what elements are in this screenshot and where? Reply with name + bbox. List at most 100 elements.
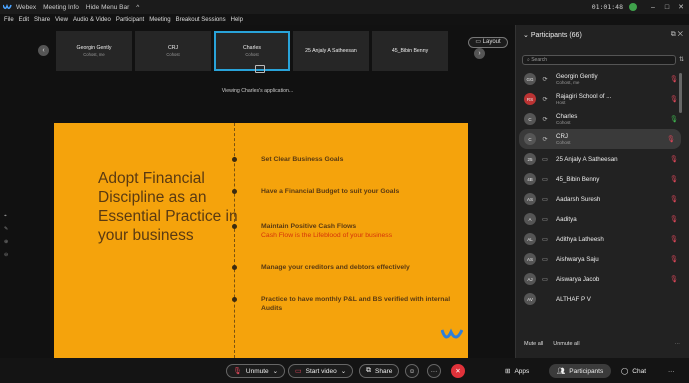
avatar: C [524,133,536,145]
video-tile-active[interactable]: Charles Cohost [214,31,290,71]
apps-button[interactable]: ⊞ Apps [505,364,529,378]
reactions-button[interactable]: ☺ [405,364,419,378]
pointer-icon[interactable]: ⌖ [4,213,8,219]
bullet-dot [232,189,237,194]
meeting-info-button[interactable]: Meeting Info [43,4,79,11]
avatar: 4B [524,173,536,185]
participant-name: Aaditya [556,215,577,223]
mic-muted-icon[interactable]: 🎙︎ [670,235,678,243]
slide-point: Manage your creditors and debtors effect… [261,263,461,272]
zoom-in-icon[interactable]: ⊕ [4,239,8,245]
point-text: Practice to have monthly P&L and BS veri… [261,296,451,312]
unmute-all-button[interactable]: Unmute all [553,341,579,347]
tile-role: Cohost [166,52,180,57]
avatar: RS [524,93,536,105]
mic-muted-icon[interactable]: 🎙︎ [670,175,678,183]
unmute-label: Unmute [245,367,269,375]
menu-participant[interactable]: Participant [116,17,144,23]
participant-row[interactable]: 4B ▭ 45_Bibin Benny 🎙︎ [516,169,684,189]
sort-icon[interactable]: ⇅ [679,56,684,63]
slide-heading: Adopt Financial Discipline as an Essenti… [98,170,238,244]
popout-icon[interactable]: ⧉ [671,31,676,38]
chevron-up-icon[interactable]: ^ [136,4,139,11]
device-icon: ▭ [542,196,548,203]
panel-more-button[interactable]: ··· [675,341,681,347]
mic-muted-icon[interactable]: 🎙︎ [670,275,678,283]
mic-muted-icon[interactable]: 🎙︎ [670,155,678,163]
start-video-button[interactable]: ▭ Start video ⌄ [288,364,354,378]
pen-icon[interactable]: ✎ [4,226,8,232]
chevron-down-icon[interactable]: ⌄ [273,367,278,375]
mic-active-icon[interactable]: 🎙︎ [670,115,678,123]
participant-row[interactable]: A ▭ Aaditya 🎙︎ [516,209,684,229]
participant-name: CRJ [556,133,569,140]
device-icon: ▭ [542,276,548,283]
participant-row[interactable]: AJ ▭ Aiswarya Jacob 🎙︎ [516,269,684,289]
menu-breakout-sessions[interactable]: Breakout Sessions [176,17,226,23]
menu-edit[interactable]: Edit [19,17,29,23]
participant-list: GG ⟳ Georgin Gently Cohost, me 🎙︎ RS ⟳ Ra… [516,69,684,309]
smile-icon: ☺ [408,367,416,375]
menu-share[interactable]: Share [34,17,50,23]
slide-point: Have a Financial Budget to suit your Goa… [261,187,461,196]
chevron-down-icon[interactable]: ⌄ [341,367,346,375]
device-icon: ▭ [542,176,548,183]
participant-row[interactable]: AS ▭ Aadarsh Suresh 🎙︎ [516,189,684,209]
avatar: AS [524,193,536,205]
menu-help[interactable]: Help [231,17,243,23]
mic-muted-icon[interactable]: 🎙︎ [667,135,675,143]
mic-muted-icon[interactable]: 🎙︎ [670,95,678,103]
tile-name: Charles [243,45,261,51]
mic-muted-icon[interactable]: 🎙︎ [670,215,678,223]
avatar: A [524,213,536,225]
more-options-button[interactable]: ··· [427,364,441,378]
point-text: Have a Financial Budget to suit your Goa… [261,188,400,195]
maximize-button[interactable]: □ [661,4,673,11]
panel-footer: Mute all Unmute all ··· [516,337,689,351]
participant-row[interactable]: C ⟳ Charles Cohost 🎙︎ [516,109,684,129]
hide-menu-bar-button[interactable]: Hide Menu Bar [86,4,129,11]
share-button[interactable]: ⧉ Share [359,364,400,378]
overflow-menu-button[interactable]: ··· [668,364,675,378]
share-indicator-icon [255,65,265,73]
participant-row[interactable]: AL ▭ Adithya Latheesh 🎙︎ [516,229,684,249]
filmstrip-next-button[interactable]: › [474,48,485,59]
participants-button[interactable]: 👥︎ Participants [549,364,612,378]
close-panel-icon[interactable]: ✕ [678,31,683,38]
participant-search-input[interactable]: ⌕ Search [522,55,676,65]
device-icon: ⟳ [542,136,548,143]
close-window-button[interactable]: ✕ [675,3,687,11]
panel-scrollbar[interactable] [679,73,682,113]
close-icon: ✕ [455,368,461,375]
participant-row[interactable]: 25 ▭ 25 Anjaly A Satheesan 🎙︎ [516,149,684,169]
participant-row[interactable]: AS ▭ Aishwarya Saju 🎙︎ [516,249,684,269]
menu-meeting[interactable]: Meeting [149,17,170,23]
participant-row[interactable]: GG ⟳ Georgin Gently Cohost, me 🎙︎ [516,69,684,89]
chat-button[interactable]: ◯ Chat [621,364,646,378]
mic-muted-icon[interactable]: 🎙︎ [670,75,678,83]
filmstrip-prev-button[interactable]: ‹ [38,45,49,56]
mute-all-button[interactable]: Mute all [524,341,543,347]
layout-label: Layout [482,39,501,45]
participant-row-hover[interactable]: C ⟳ CRJ Cohost 🎙︎ [519,129,681,149]
search-placeholder: Search [531,57,548,63]
minimize-button[interactable]: – [647,4,659,11]
layout-button[interactable]: ▭ Layout [468,37,508,48]
participant-row[interactable]: RS ⟳ Rajagiri School of ... Host 🎙︎ [516,89,684,109]
mic-muted-icon[interactable]: 🎙︎ [670,195,678,203]
video-tile[interactable]: 45_Bibin Benny [372,31,448,71]
menu-view[interactable]: View [55,17,68,23]
video-tile[interactable]: Georgin Gently Cohost, me [56,31,132,71]
participants-count: Participants (66) [530,32,582,39]
video-tile[interactable]: 25 Anjaly A Satheesan [293,31,369,71]
video-tile[interactable]: CRJ Cohost [135,31,211,71]
leave-meeting-button[interactable]: ✕ [451,364,465,378]
bullet-dot [232,265,237,270]
device-icon: ▭ [542,216,548,223]
menu-audio-video[interactable]: Audio & Video [73,17,111,23]
unmute-button[interactable]: 🎙︎ Unmute ⌄ [226,364,286,378]
zoom-out-icon[interactable]: ⊖ [4,252,8,258]
participant-row[interactable]: AV ALTHAF P V [516,289,684,309]
mic-muted-icon[interactable]: 🎙︎ [670,255,678,263]
menu-file[interactable]: File [4,17,14,23]
